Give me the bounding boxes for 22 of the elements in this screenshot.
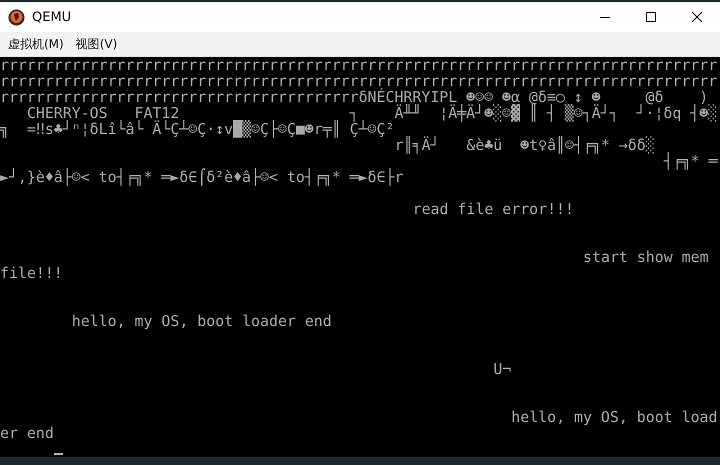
console-text: hello, my OS, boot load [511, 409, 718, 425]
console-text: start show mem [583, 249, 709, 265]
console-text: rrrrrrrrrrrrrrrrrrrrrrrrrrrrrrrrrrrrrrrrrrrrrrrrrrrrrrrrrrrrrrrrrrrrrrrrrrrrrrrr [0, 57, 718, 73]
console-text: CHERRY-OS FAT12 ┐ Ä╨╜ ¦Ä╪Ä┘☻░☺▓ ║ ┤ ▒☺┐Ä┘┐ ┘·¦δq ┤☻░ [26, 105, 718, 121]
console-text: ╗ =‼s♣┘ⁿ¦δLî└â└ Ä└Ç┴☺Ç·↕v█▒☺Ç├☺Ç■☻r╤║ Ç┴☺Ç² [0, 121, 394, 137]
text-cursor [54, 453, 63, 455]
console-text: rrrrrrrrrrrrrrrrrrrrrrrrrrrrrrrrrrrrrrrrδNÉCHRRYIPL ☻☺☺ ☻α @δ≡○ ↕ ☻ @δ ) [0, 89, 708, 105]
console-text: hello, my OS, boot loader end [72, 313, 332, 329]
console-text: rrrrrrrrrrrrrrrrrrrrrrrrrrrrrrrrrrrrrrrrrrrrrrrrrrrrrrrrrrrrrrrrrrrrrrrrrrrrrrrr [0, 73, 718, 89]
console-text: U¬ [493, 361, 512, 377]
app-logo-icon [8, 8, 25, 26]
console-text: r║╕Ä┘ &è♣ü ☻t♀â║☺┤╒╗* →δδ░ [394, 137, 655, 153]
console-text: ┤╒╗* ═ [664, 153, 718, 169]
console-text: file!!! [0, 265, 63, 281]
close-icon [692, 12, 702, 22]
window-title: QEMU [32, 10, 72, 24]
maximize-icon [646, 12, 656, 22]
console-text: ►┘,}è♦â├☺< to┤╒╗* ═►δ∈⌠δ²è♦â├☺< to┤╒╗* ═►δ∈├r [0, 169, 404, 185]
menu-item[interactable]: 视图(V) [70, 34, 124, 54]
console-text: read file error!!! [412, 201, 574, 217]
console-text: er end [0, 425, 54, 441]
menu-item[interactable]: 虚拟机(M) [2, 34, 70, 54]
